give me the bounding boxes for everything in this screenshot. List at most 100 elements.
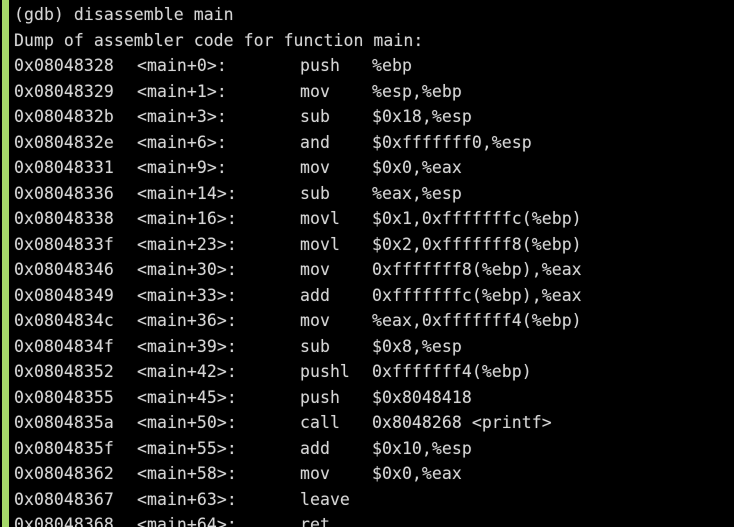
instruction-address: 0x08048331 (14, 158, 114, 177)
instruction-operands: 0xfffffff4(%ebp) (372, 362, 532, 381)
instruction-mnemonic: call (300, 413, 340, 432)
instruction-address: 0x0804835a (14, 413, 114, 432)
instruction-address: 0x0804832b (14, 107, 114, 126)
instruction-symbol-offset: <main+50>: (137, 413, 237, 432)
gdb-prompt-command-text: (gdb) disassemble main (14, 5, 234, 24)
instruction-symbol-offset: <main+58>: (137, 464, 237, 483)
instruction-address: 0x08048355 (14, 387, 114, 407)
instruction-symbol-offset: <main+16>: (137, 209, 237, 228)
instruction-symbol-offset: <main+63>: (137, 489, 237, 509)
disassembly-row: 0x0804834c <main+36>: mov %eax,0xfffffff4(%… (0, 308, 734, 334)
instruction-mnemonic: mov (300, 260, 330, 279)
disassembly-row: 0x08048368 <main+64>: ret (0, 512, 734, 527)
instruction-operands: $0x1,0xfffffffc(%ebp) (372, 209, 582, 228)
instruction-address: 0x08048362 (14, 464, 114, 483)
instruction-symbol-offset: <main+39>: (137, 336, 237, 356)
instruction-operands: $0x0,%eax (372, 158, 462, 177)
instruction-operands: %ebp (372, 56, 412, 75)
instruction-operands: $0x10,%esp (372, 438, 472, 458)
instruction-operands: %eax,0xfffffff4(%ebp) (372, 311, 582, 330)
instruction-operands: $0x18,%esp (372, 107, 472, 126)
instruction-mnemonic: mov (300, 81, 330, 101)
disassembly-row: 0x08048328 <main+0>: push %ebp (0, 53, 734, 79)
instruction-address: 0x08048352 (14, 362, 114, 381)
instruction-operands: $0xfffffff0,%esp (372, 132, 532, 152)
disassembly-row: 0x0804834f <main+39>: sub $0x8,%esp (0, 334, 734, 360)
instruction-address: 0x0804833f (14, 234, 114, 254)
instruction-address: 0x08048336 (14, 183, 114, 203)
disassembly-row: 0x08048331 <main+9>: mov $0x0,%eax (0, 155, 734, 181)
disassembly-row: 0x08048336 <main+14>: sub %eax,%esp (0, 181, 734, 207)
disassembly-row: 0x08048352 <main+42>: pushl 0xfffffff4(%ebp… (0, 359, 734, 385)
disassembly-header-text: Dump of assembler code for function main… (14, 30, 424, 50)
instruction-mnemonic: push (300, 387, 340, 407)
instruction-mnemonic: pushl (300, 362, 350, 381)
disassembly-row: 0x08048362 <main+58>: mov $0x0,%eax (0, 461, 734, 487)
instruction-mnemonic: movl (300, 234, 340, 254)
instruction-address: 0x08048349 (14, 285, 114, 305)
disassembly-row: 0x0804835a <main+50>: call 0x8048268 <print… (0, 410, 734, 436)
instruction-operands: $0x8,%esp (372, 336, 462, 356)
instruction-address: 0x08048328 (14, 56, 114, 75)
disassembly-row: 0x08048338 <main+16>: movl $0x1,0xfffffffc(… (0, 206, 734, 232)
instruction-symbol-offset: <main+55>: (137, 438, 237, 458)
gdb-terminal-window[interactable]: (gdb) disassemble main Dump of assembler… (0, 0, 734, 527)
instruction-operands: $0x8048418 (372, 387, 472, 407)
instruction-address: 0x08048338 (14, 209, 114, 228)
instruction-mnemonic: movl (300, 209, 340, 228)
disassembly-row: 0x0804835f <main+55>: add $0x10,%esp (0, 436, 734, 462)
instruction-address: 0x0804834c (14, 311, 114, 330)
instruction-mnemonic: add (300, 285, 330, 305)
instruction-address: 0x08048368 (14, 515, 114, 527)
disassembly-row: 0x08048329 <main+1>: mov %esp,%ebp (0, 79, 734, 105)
disassembly-row: 0x08048355 <main+45>: push $0x8048418 (0, 385, 734, 411)
instruction-mnemonic: ret (300, 515, 330, 527)
instruction-symbol-offset: <main+64>: (137, 515, 237, 527)
instruction-address: 0x08048329 (14, 81, 114, 101)
instruction-operands: 0x8048268 <printf> (372, 413, 552, 432)
instruction-mnemonic: mov (300, 311, 330, 330)
terminal-screen[interactable]: (gdb) disassemble main Dump of assembler… (0, 0, 734, 527)
disassembly-row: 0x08048349 <main+33>: add 0xfffffffc(%ebp),… (0, 283, 734, 309)
instruction-mnemonic: push (300, 56, 340, 75)
instruction-operands: 0xfffffff8(%ebp),%eax (372, 260, 582, 279)
instruction-address: 0x0804832e (14, 132, 114, 152)
instruction-symbol-offset: <main+42>: (137, 362, 237, 381)
instruction-mnemonic: and (300, 132, 330, 152)
instruction-symbol-offset: <main+1>: (137, 81, 227, 101)
instruction-mnemonic: mov (300, 158, 330, 177)
disassembly-row: 0x08048346 <main+30>: mov 0xfffffff8(%ebp),… (0, 257, 734, 283)
disassembly-row: 0x0804832b <main+3>: sub $0x18,%esp (0, 104, 734, 130)
instruction-symbol-offset: <main+6>: (137, 132, 227, 152)
instruction-operands: %esp,%ebp (372, 81, 462, 101)
instruction-mnemonic: sub (300, 107, 330, 126)
instruction-operands: $0x2,0xfffffff8(%ebp) (372, 234, 582, 254)
instruction-symbol-offset: <main+14>: (137, 183, 237, 203)
instruction-address: 0x0804835f (14, 438, 114, 458)
instruction-symbol-offset: <main+36>: (137, 311, 237, 330)
instruction-address: 0x08048367 (14, 489, 114, 509)
instruction-mnemonic: mov (300, 464, 330, 483)
instruction-mnemonic: sub (300, 183, 330, 203)
instruction-symbol-offset: <main+9>: (137, 158, 227, 177)
disassembly-row: 0x0804833f <main+23>: movl $0x2,0xfffffff8(… (0, 232, 734, 258)
terminal-line-command: (gdb) disassemble main (0, 2, 734, 28)
terminal-line-dump-header: Dump of assembler code for function main… (0, 28, 734, 54)
instruction-symbol-offset: <main+23>: (137, 234, 237, 254)
instruction-symbol-offset: <main+0>: (137, 56, 227, 75)
instruction-operands: $0x0,%eax (372, 464, 462, 483)
disassembly-listing: 0x08048328 <main+0>: push %ebp 0x08048329 <ma… (0, 53, 734, 527)
instruction-symbol-offset: <main+3>: (137, 107, 227, 126)
instruction-address: 0x08048346 (14, 260, 114, 279)
disassembly-row: 0x0804832e <main+6>: and $0xfffffff0,%esp (0, 130, 734, 156)
instruction-symbol-offset: <main+45>: (137, 387, 237, 407)
instruction-symbol-offset: <main+33>: (137, 285, 237, 305)
instruction-operands: 0xfffffffc(%ebp),%eax (372, 285, 582, 305)
disassembly-row: 0x08048367 <main+63>: leave (0, 487, 734, 513)
instruction-mnemonic: sub (300, 336, 330, 356)
instruction-operands: %eax,%esp (372, 183, 462, 203)
instruction-mnemonic: leave (300, 489, 350, 509)
instruction-address: 0x0804834f (14, 336, 114, 356)
instruction-symbol-offset: <main+30>: (137, 260, 237, 279)
instruction-mnemonic: add (300, 438, 330, 458)
